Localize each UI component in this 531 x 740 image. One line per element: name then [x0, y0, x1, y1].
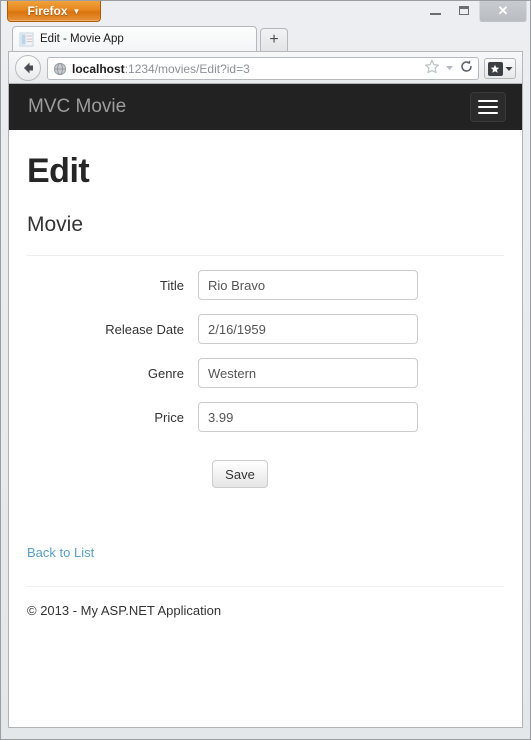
- reload-icon[interactable]: [459, 59, 474, 79]
- genre-input[interactable]: [198, 358, 418, 388]
- page-content: Edit Movie Title Release Date Genre Pri: [9, 152, 522, 618]
- section-divider: [27, 255, 504, 256]
- footer-text: © 2013 - My ASP.NET Application: [27, 603, 222, 618]
- url-bar-icons: [424, 59, 474, 79]
- page-viewport: MVC Movie Edit Movie Title Release Date: [9, 84, 522, 727]
- url-text: localhost:1234/movies/Edit?id=3: [72, 62, 424, 76]
- title-bar: Firefox ▼ ✕: [0, 0, 531, 24]
- label-price: Price: [154, 409, 184, 425]
- page-favicon-icon: [19, 32, 34, 47]
- chevron-down-icon[interactable]: [444, 60, 455, 78]
- url-bar[interactable]: localhost:1234/movies/Edit?id=3: [47, 57, 479, 80]
- label-release-date: Release Date: [105, 321, 184, 337]
- bookmark-star-icon[interactable]: [424, 59, 440, 79]
- maximize-icon: [459, 6, 469, 15]
- url-path: :1234/movies/Edit?id=3: [124, 61, 250, 76]
- hamburger-menu-icon[interactable]: [470, 92, 506, 122]
- firefox-app-menu-button[interactable]: Firefox ▼: [7, 1, 101, 22]
- release-date-input[interactable]: [198, 314, 418, 344]
- form-group-title: Title: [27, 270, 504, 300]
- hamburger-bar: [478, 106, 498, 108]
- footer-divider: [27, 586, 504, 587]
- globe-icon: [53, 62, 67, 76]
- title-input[interactable]: [198, 270, 418, 300]
- minimize-icon: [430, 13, 441, 15]
- close-icon: ✕: [497, 3, 509, 18]
- url-host: localhost: [72, 61, 125, 76]
- form-group-price: Price: [27, 402, 504, 432]
- close-button[interactable]: ✕: [479, 0, 527, 22]
- hamburger-bar: [478, 100, 498, 102]
- price-input[interactable]: [198, 402, 418, 432]
- section-title: Movie: [27, 213, 84, 236]
- back-link-container: Back to List: [27, 544, 504, 562]
- new-tab-button[interactable]: +: [260, 28, 288, 51]
- back-button[interactable]: [15, 55, 41, 81]
- browser-tab-title: Edit - Movie App: [40, 33, 124, 45]
- edit-movie-form: Title Release Date Genre Price: [27, 270, 504, 488]
- form-group-genre: Genre: [27, 358, 504, 388]
- bookmarks-button[interactable]: [484, 58, 516, 79]
- maximize-button[interactable]: [450, 0, 479, 21]
- bookmark-star-filled-icon: [487, 61, 503, 76]
- window-controls: ✕: [421, 0, 527, 22]
- back-arrow-icon: [23, 62, 33, 74]
- page-title: Edit: [27, 152, 90, 190]
- browser-toolbar: localhost:1234/movies/Edit?id=3: [8, 51, 523, 84]
- minimize-button[interactable]: [421, 0, 450, 21]
- firefox-app-menu-label: Firefox: [27, 4, 68, 18]
- form-group-release-date: Release Date: [27, 314, 504, 344]
- site-brand[interactable]: MVC Movie: [28, 84, 126, 130]
- back-to-list-link[interactable]: Back to List: [27, 545, 94, 560]
- chevron-down-icon: ▼: [72, 7, 81, 17]
- save-button[interactable]: Save: [212, 460, 268, 488]
- actions-spacer: [27, 460, 212, 488]
- tab-strip: Edit - Movie App +: [0, 24, 531, 51]
- form-actions: Save: [27, 460, 504, 488]
- site-navbar: MVC Movie: [9, 84, 522, 130]
- label-title: Title: [159, 277, 184, 293]
- hamburger-bar: [478, 112, 498, 114]
- chevron-down-icon: [505, 66, 512, 71]
- browser-tab[interactable]: Edit - Movie App: [12, 26, 257, 51]
- label-genre: Genre: [147, 365, 184, 381]
- browser-window: Firefox ▼ ✕ Edit - Movie App + localhost…: [0, 0, 531, 740]
